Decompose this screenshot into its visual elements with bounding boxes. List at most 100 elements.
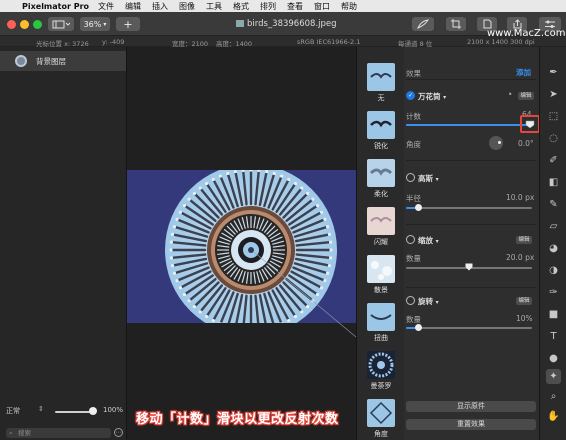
- radius-slider-knob[interactable]: [414, 204, 422, 211]
- crop-button[interactable]: [446, 17, 466, 31]
- spin-edit-button[interactable]: 编辑: [516, 297, 532, 305]
- zoom-title-text: 缩放: [418, 236, 433, 245]
- layer-search-input[interactable]: ⌕ 搜索: [6, 428, 111, 438]
- shape-icon[interactable]: ■: [546, 307, 561, 322]
- spin-amount-slider-knob[interactable]: [414, 324, 422, 331]
- layer-thumbnail: [15, 55, 27, 67]
- effect-mandala[interactable]: 曼荼罗: [367, 351, 395, 391]
- text-tool-icon[interactable]: T: [546, 329, 561, 344]
- effect-label: 闪耀: [374, 238, 388, 246]
- menu-format[interactable]: 格式: [233, 1, 249, 12]
- dodge-icon[interactable]: ●: [546, 351, 561, 366]
- gaussian-title[interactable]: 高斯 ▾: [418, 173, 439, 184]
- menu-edit[interactable]: 编辑: [125, 1, 141, 12]
- effect-angle[interactable]: 角度: [367, 399, 395, 439]
- reset-effects-button[interactable]: 重置效果: [406, 419, 536, 430]
- gradient-icon[interactable]: ◧: [546, 175, 561, 190]
- kaleidoscope-edit-button[interactable]: 编辑: [518, 92, 534, 100]
- pen-nib-icon[interactable]: ✒: [546, 65, 561, 80]
- canvas-image[interactable]: [127, 170, 356, 323]
- layer-options-icon[interactable]: ⋯: [114, 428, 123, 437]
- spin-title[interactable]: 旋转 ▾: [418, 296, 439, 307]
- menu-file[interactable]: 文件: [98, 1, 114, 12]
- add-effect-button[interactable]: 添加: [516, 67, 531, 78]
- fill-icon[interactable]: ◕: [546, 241, 561, 256]
- effect-bokeh[interactable]: 散景: [367, 255, 395, 295]
- zoom-amount-slider-knob[interactable]: [465, 263, 473, 271]
- zoom-toggle[interactable]: [406, 235, 415, 244]
- zoom-window-button[interactable]: [33, 20, 42, 29]
- effect-thumbnail: [367, 351, 395, 379]
- radius-slider[interactable]: [406, 207, 532, 209]
- color-picker-icon[interactable]: ✐: [546, 153, 561, 168]
- effect-distort[interactable]: 扭曲: [367, 303, 395, 343]
- paint-brush-icon[interactable]: ✎: [546, 197, 561, 212]
- hand-tool-icon[interactable]: ✋: [546, 409, 561, 424]
- spin-amount-slider[interactable]: [406, 327, 532, 329]
- effect-sharpen[interactable]: 锐化: [367, 111, 395, 151]
- layer-row[interactable]: 背景图层: [0, 51, 126, 71]
- divider: [406, 79, 536, 80]
- effects-settings-panel: 效果 添加 ✓ 万花筒 ▾ • 编辑 计数 64 角度 0.0° 高斯 ▾ 半径…: [404, 47, 540, 440]
- add-button[interactable]: +: [116, 17, 140, 31]
- effect-none[interactable]: 无: [367, 63, 395, 103]
- kaleidoscope-title[interactable]: 万花筒 ▾: [418, 91, 446, 102]
- chevron-down-icon: ▾: [103, 20, 107, 28]
- angle-dial[interactable]: [489, 136, 503, 150]
- effect-thumbnail: [367, 255, 395, 283]
- menu-insert[interactable]: 插入: [152, 1, 168, 12]
- gaussian-toggle[interactable]: [406, 173, 415, 182]
- kaleidoscope-toggle[interactable]: ✓: [406, 91, 415, 100]
- menu-view[interactable]: 查看: [287, 1, 303, 12]
- count-slider[interactable]: [406, 124, 532, 126]
- tools-sidebar: ✒ ➤ ⬚ ◌ ✐ ◧ ✎ ▱ ◕ ◑ ✑ ■ T ● ✦ ⌕ ✋: [539, 47, 566, 440]
- effect-soften[interactable]: 柔化: [367, 159, 395, 199]
- menu-arrange[interactable]: 排列: [260, 1, 276, 12]
- document-title-text: birds_38396608.jpeg: [247, 19, 337, 29]
- menu-tools[interactable]: 工具: [206, 1, 222, 12]
- effect-label: 扭曲: [374, 334, 388, 342]
- effects-tool-icon[interactable]: ✦: [546, 369, 561, 384]
- zoom-dropdown[interactable]: 36% ▾: [80, 17, 110, 31]
- chevron-down-icon: ▾: [435, 238, 439, 245]
- effects-header: 效果: [406, 69, 421, 78]
- effect-glow[interactable]: 闪耀: [367, 207, 395, 247]
- search-icon: ⌕: [9, 429, 13, 437]
- brush-tool-button[interactable]: [412, 17, 434, 31]
- zoom-amount-label: 数量: [406, 254, 421, 263]
- close-window-button[interactable]: [7, 20, 16, 29]
- eraser-icon[interactable]: ▱: [546, 219, 561, 234]
- divider: [406, 287, 536, 288]
- minimize-window-button[interactable]: [20, 20, 29, 29]
- window-toolbar: 36% ▾ + birds_38396608.jpeg www.MacZ.com: [0, 12, 566, 39]
- clone-icon[interactable]: ◑: [546, 263, 561, 278]
- pen-tool-icon[interactable]: ✑: [546, 285, 561, 300]
- zoom-tool-icon[interactable]: ⌕: [546, 389, 561, 404]
- spin-toggle[interactable]: [406, 296, 415, 305]
- divider: [406, 224, 536, 225]
- show-original-button[interactable]: 显示原件: [406, 401, 536, 412]
- zoom-title[interactable]: 缩放 ▾: [418, 235, 439, 246]
- menu-window[interactable]: 窗口: [314, 1, 330, 12]
- menu-app-name[interactable]: Pixelmator Pro: [22, 2, 89, 11]
- zoom-edit-button[interactable]: 编辑: [516, 236, 532, 244]
- opacity-slider-knob[interactable]: [89, 407, 97, 415]
- brush-icon: [417, 19, 429, 29]
- arrow-select-icon[interactable]: ➤: [546, 87, 561, 102]
- sidebar-toggle-button[interactable]: [48, 17, 74, 31]
- menu-help[interactable]: 帮助: [341, 1, 357, 12]
- effect-thumbnail: [367, 63, 395, 91]
- rect-select-icon[interactable]: ⬚: [546, 109, 561, 124]
- effect-thumbnail: [367, 111, 395, 139]
- effect-label: 无: [377, 94, 385, 102]
- menu-bar: Pixelmator Pro 文件 编辑 插入 图像 工具 格式 排列 查看 窗…: [0, 0, 566, 12]
- count-slider-knob[interactable]: [525, 120, 535, 129]
- more-icon[interactable]: •: [508, 90, 512, 99]
- menu-image[interactable]: 图像: [179, 1, 195, 12]
- gaussian-title-text: 高斯: [418, 174, 433, 183]
- lasso-icon[interactable]: ◌: [546, 131, 561, 146]
- blend-mode-select[interactable]: 正常: [6, 406, 20, 416]
- effect-label: 柔化: [374, 190, 388, 198]
- canvas-area[interactable]: [127, 47, 356, 440]
- color-profile: sRGB IEC61966-2.1: [297, 38, 361, 46]
